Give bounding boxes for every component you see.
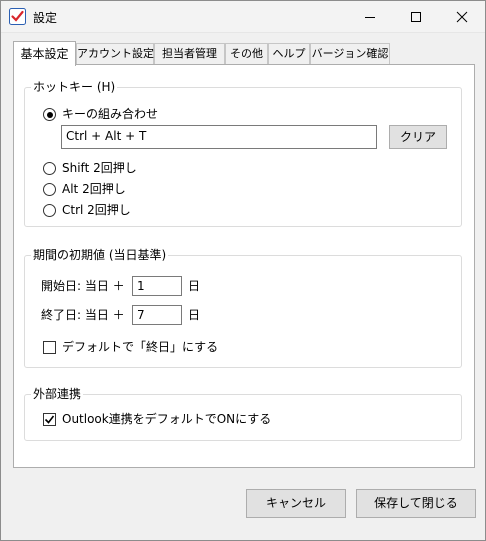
- settings-window: 設定 基本設定 アカウント設定 担当者管理 その他 ヘルプ バージョン確認 ホッ…: [0, 0, 486, 541]
- start-date-label: 開始日: 当日 ＋: [41, 279, 125, 293]
- start-offset-input[interactable]: 1: [132, 276, 182, 296]
- default-all-day-label: デフォルトで「終日」にする: [62, 340, 219, 354]
- close-icon: [456, 11, 468, 23]
- external-group-label: 外部連携: [31, 386, 84, 402]
- tab-version-info[interactable]: バージョン確認: [310, 43, 390, 64]
- app-checkmark-icon: [9, 8, 26, 25]
- maximize-icon: [411, 12, 421, 22]
- alt-double-press-radio[interactable]: [43, 183, 56, 196]
- shift-double-press-label: Shift 2回押し: [62, 161, 137, 175]
- minimize-icon: [365, 17, 375, 18]
- save-and-close-button[interactable]: 保存して閉じる: [356, 489, 476, 518]
- end-unit-label: 日: [188, 308, 201, 322]
- hotkey-combo-radio[interactable]: [43, 108, 56, 121]
- period-group: 期間の初期値 (当日基準) 開始日: 当日 ＋ 1 日 終了日: 当日 ＋ 7 …: [24, 247, 462, 368]
- tab-other[interactable]: その他: [225, 43, 268, 64]
- tab-help[interactable]: ヘルプ: [268, 43, 310, 64]
- close-button[interactable]: [439, 1, 485, 32]
- minimize-button[interactable]: [347, 1, 393, 32]
- clear-button[interactable]: クリア: [389, 125, 447, 149]
- outlook-integration-checkbox[interactable]: [43, 413, 56, 426]
- hotkey-group: ホットキー (H) キーの組み合わせ Ctrl + Alt + T クリア Sh…: [24, 79, 462, 227]
- tab-staff-management[interactable]: 担当者管理: [154, 43, 225, 64]
- maximize-button[interactable]: [393, 1, 439, 32]
- tab-account-settings[interactable]: アカウント設定: [76, 43, 154, 64]
- external-integration-group: 外部連携 Outlook連携をデフォルトでONにする: [24, 386, 462, 441]
- tab-basic-settings[interactable]: 基本設定: [13, 41, 76, 66]
- checkmark-icon: [44, 415, 55, 424]
- outlook-integration-label: Outlook連携をデフォルトでONにする: [62, 412, 272, 426]
- end-offset-input[interactable]: 7: [132, 305, 182, 325]
- start-unit-label: 日: [188, 279, 201, 293]
- cancel-button[interactable]: キャンセル: [246, 489, 346, 518]
- shift-double-press-radio[interactable]: [43, 162, 56, 175]
- ctrl-double-press-label: Ctrl 2回押し: [62, 203, 131, 217]
- default-all-day-checkbox[interactable]: [43, 341, 56, 354]
- hotkey-combo-label: キーの組み合わせ: [62, 107, 159, 121]
- window-title: 設定: [33, 11, 58, 25]
- period-group-label: 期間の初期値 (当日基準): [31, 247, 169, 263]
- hotkey-combo-input[interactable]: Ctrl + Alt + T: [61, 125, 377, 149]
- ctrl-double-press-radio[interactable]: [43, 204, 56, 217]
- alt-double-press-label: Alt 2回押し: [62, 182, 126, 196]
- hotkey-group-label: ホットキー (H): [31, 79, 118, 95]
- end-date-label: 終了日: 当日 ＋: [41, 308, 125, 322]
- title-bar: 設定: [1, 1, 485, 33]
- basic-settings-panel: ホットキー (H) キーの組み合わせ Ctrl + Alt + T クリア Sh…: [13, 64, 475, 468]
